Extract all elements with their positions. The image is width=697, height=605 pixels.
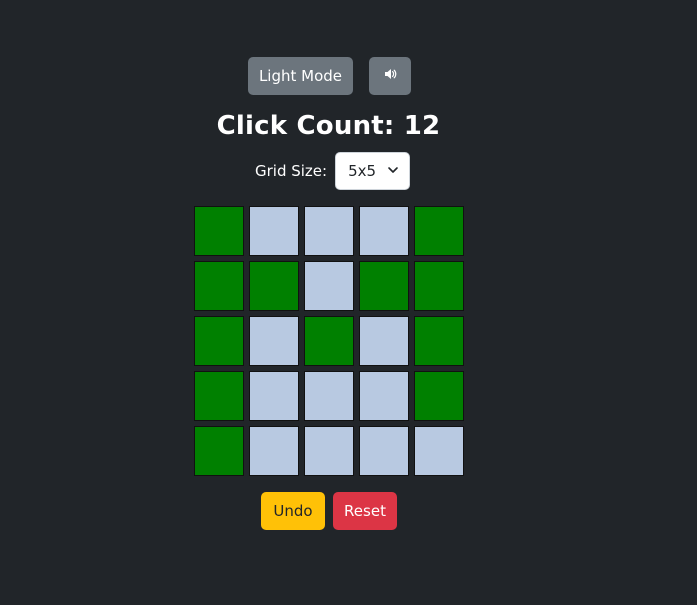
grid-cell-r5-c2[interactable]: [249, 426, 299, 476]
grid-cell-r5-c3[interactable]: [304, 426, 354, 476]
game-board: [194, 206, 464, 476]
grid-cell-r1-c2[interactable]: [249, 206, 299, 256]
grid-cell-r2-c3[interactable]: [304, 261, 354, 311]
grid-cell-r4-c4[interactable]: [359, 371, 409, 421]
grid-cell-r2-c4[interactable]: [359, 261, 409, 311]
click-count-title: Click Count: 12: [216, 111, 441, 141]
grid-size-select[interactable]: 5x5: [335, 152, 411, 190]
grid-cell-r3-c1[interactable]: [194, 316, 244, 366]
grid-cell-r4-c5[interactable]: [414, 371, 464, 421]
grid-cell-r1-c4[interactable]: [359, 206, 409, 256]
light-mode-button[interactable]: Light Mode: [248, 57, 353, 95]
grid-cell-r5-c5[interactable]: [414, 426, 464, 476]
grid-cell-r1-c3[interactable]: [304, 206, 354, 256]
grid-cell-r2-c1[interactable]: [194, 261, 244, 311]
grid-size-label: Grid Size:: [255, 162, 328, 180]
grid-cell-r4-c2[interactable]: [249, 371, 299, 421]
chevron-down-icon: [387, 162, 399, 180]
grid-cell-r1-c5[interactable]: [414, 206, 464, 256]
top-controls: Light Mode: [248, 57, 411, 95]
grid-cell-r3-c3[interactable]: [304, 316, 354, 366]
grid-cell-r3-c5[interactable]: [414, 316, 464, 366]
grid-cell-r3-c4[interactable]: [359, 316, 409, 366]
grid-cell-r4-c3[interactable]: [304, 371, 354, 421]
grid-cell-r3-c2[interactable]: [249, 316, 299, 366]
reset-button[interactable]: Reset: [333, 492, 397, 530]
grid-cell-r2-c2[interactable]: [249, 261, 299, 311]
grid-cell-r5-c1[interactable]: [194, 426, 244, 476]
action-buttons: Undo Reset: [261, 492, 397, 530]
grid-size-value: 5x5: [348, 162, 377, 180]
sound-toggle-button[interactable]: [369, 57, 411, 95]
grid-cell-r4-c1[interactable]: [194, 371, 244, 421]
grid-size-control: Grid Size: 5x5: [255, 152, 411, 190]
grid-cell-r1-c1[interactable]: [194, 206, 244, 256]
grid-cell-r5-c4[interactable]: [359, 426, 409, 476]
speaker-icon: [382, 66, 398, 86]
undo-button[interactable]: Undo: [261, 492, 325, 530]
grid-cell-r2-c5[interactable]: [414, 261, 464, 311]
